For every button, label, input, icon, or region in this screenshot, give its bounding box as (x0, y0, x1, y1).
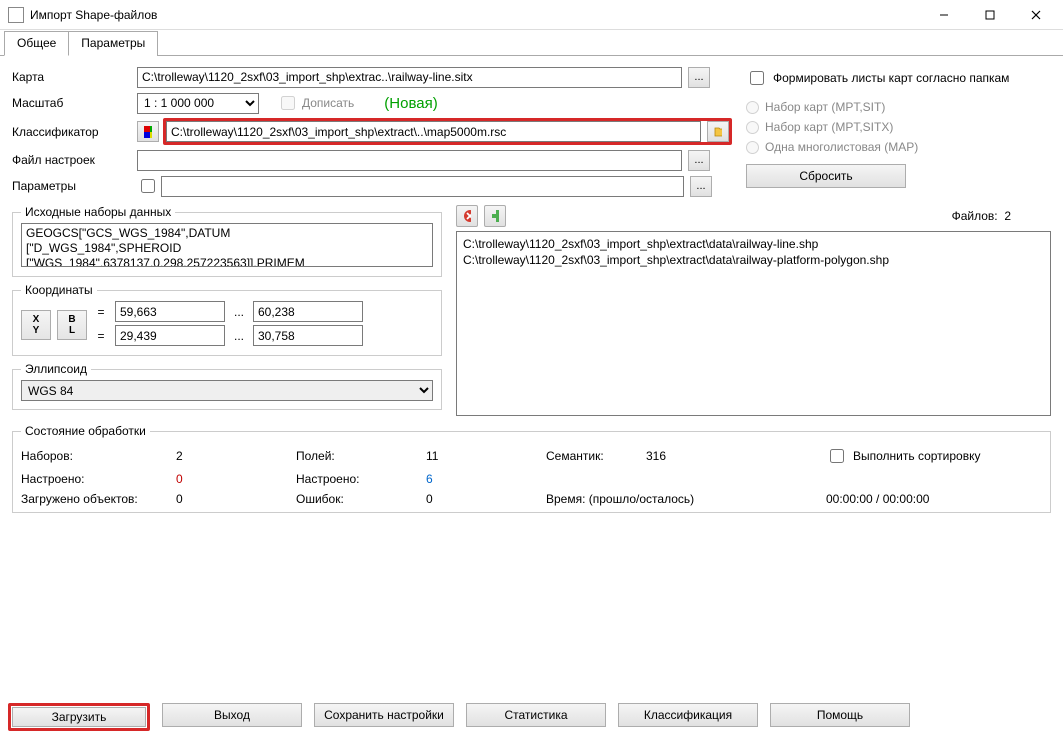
map-path-input[interactable] (137, 67, 682, 88)
radio-mpt-sitx-label: Набор карт (MPT,SITX) (765, 120, 893, 134)
fields-configured-label: Настроено: (296, 472, 426, 486)
coord-y1-input[interactable] (115, 325, 225, 346)
eq-1: = (93, 305, 109, 319)
objects-loaded-value: 0 (176, 492, 296, 506)
coord-x1-input[interactable] (115, 301, 225, 322)
reset-button[interactable]: Сбросить (746, 164, 906, 188)
fields-configured-value: 6 (426, 472, 546, 486)
radio-mpt-sitx (746, 121, 759, 134)
add-file-button[interactable] (484, 205, 506, 227)
errors-value: 0 (426, 492, 546, 506)
append-label: Дописать (302, 96, 354, 110)
map-label: Карта (12, 70, 137, 84)
processing-state-group: Состояние обработки Наборов: 2 Полей: 11… (12, 424, 1051, 513)
eq-2: = (93, 329, 109, 343)
remove-file-button[interactable] (456, 205, 478, 227)
sets-value: 2 (176, 449, 296, 463)
file-toolbar: Файлов: 2 (456, 205, 1051, 227)
form-sheets-checkbox[interactable] (750, 71, 764, 85)
source-sets-group: Исходные наборы данных GEOGCS["GCS_WGS_1… (12, 205, 442, 277)
settings-file-input[interactable] (137, 150, 682, 171)
source-sets-legend: Исходные наборы данных (21, 205, 175, 219)
file-list[interactable]: C:\trolleway\1120_2sxf\03_import_shp\ext… (456, 231, 1051, 416)
sets-label: Наборов: (21, 449, 176, 463)
coord-y2-input[interactable] (253, 325, 363, 346)
processing-state-legend: Состояние обработки (21, 424, 150, 438)
save-settings-button[interactable]: Сохранить настройки (314, 703, 454, 727)
file-count: Файлов: 2 (952, 209, 1011, 223)
configured-label: Настроено: (21, 472, 176, 486)
add-icon (491, 209, 499, 223)
maximize-button[interactable] (967, 0, 1013, 30)
classification-button[interactable]: Классификация (618, 703, 758, 727)
form-sheets-label: Формировать листы карт согласно папкам (773, 71, 1009, 85)
load-highlight: Загрузить (8, 703, 150, 731)
folder-open-icon (714, 126, 722, 137)
classifier-color-button[interactable] (137, 121, 159, 142)
classifier-label: Классификатор (12, 125, 137, 139)
tab-general[interactable]: Общее (4, 31, 69, 56)
append-checkbox (281, 96, 295, 110)
dots-2: ... (231, 329, 247, 343)
dots-1: ... (231, 305, 247, 319)
ellipsoid-legend: Эллипсоид (21, 362, 91, 376)
semantics-value: 316 (646, 449, 826, 463)
source-sets-textarea[interactable]: GEOGCS["GCS_WGS_1984",DATUM ["D_WGS_1984… (21, 223, 433, 267)
ellipsoid-combo[interactable]: WGS 84 (21, 380, 433, 401)
radio-map (746, 141, 759, 154)
settings-file-label: Файл настроек (12, 153, 137, 167)
scale-label: Масштаб (12, 96, 137, 110)
fields-label: Полей: (296, 449, 426, 463)
parameters-label: Параметры (12, 179, 137, 193)
window-title: Импорт Shape-файлов (30, 8, 921, 22)
radio-mpt-sit (746, 101, 759, 114)
radio-map-label: Одна многолистовая (MAP) (765, 140, 918, 154)
coordinates-group: Координаты XY BL = ... = (12, 283, 442, 356)
xy-button[interactable]: XY (21, 310, 51, 340)
time-value: 00:00:00 / 00:00:00 (826, 492, 1042, 506)
titlebar: Импорт Shape-файлов (0, 0, 1063, 30)
list-item[interactable]: C:\trolleway\1120_2sxf\03_import_shp\ext… (463, 252, 1044, 268)
parameters-input[interactable] (161, 176, 684, 197)
do-sort-label: Выполнить сортировку (853, 449, 980, 463)
list-item[interactable]: C:\trolleway\1120_2sxf\03_import_shp\ext… (463, 236, 1044, 252)
minimize-button[interactable] (921, 0, 967, 30)
new-indicator: (Новая) (384, 95, 437, 112)
settings-browse-button[interactable]: ... (688, 150, 710, 171)
exit-button[interactable]: Выход (162, 703, 302, 727)
tab-parameters[interactable]: Параметры (68, 31, 158, 56)
semantics-label: Семантик: (546, 449, 646, 463)
help-button[interactable]: Помощь (770, 703, 910, 727)
configured-value: 0 (176, 472, 296, 486)
classifier-browse-button[interactable] (707, 121, 729, 142)
ellipsoid-group: Эллипсоид WGS 84 (12, 362, 442, 410)
coord-x2-input[interactable] (253, 301, 363, 322)
fields-value: 11 (426, 449, 546, 463)
scale-combo[interactable]: 1 : 1 000 000 (137, 93, 259, 114)
time-label: Время: (прошло/осталось) (546, 492, 826, 506)
coordinates-legend: Координаты (21, 283, 97, 297)
close-button[interactable] (1013, 0, 1059, 30)
tab-strip: Общее Параметры (0, 30, 1063, 56)
parameters-checkbox[interactable] (141, 179, 155, 193)
load-button[interactable]: Загрузить (12, 707, 146, 727)
objects-loaded-label: Загружено объектов: (21, 492, 176, 506)
statistics-button[interactable]: Статистика (466, 703, 606, 727)
classifier-path-input[interactable] (166, 121, 701, 142)
map-browse-button[interactable]: ... (688, 67, 710, 88)
remove-icon (463, 209, 471, 223)
classifier-highlight (163, 118, 732, 145)
errors-label: Ошибок: (296, 492, 426, 506)
app-icon (8, 7, 24, 23)
button-row: Загрузить Выход Сохранить настройки Стат… (0, 703, 1063, 731)
parameters-browse-button[interactable]: ... (690, 176, 712, 197)
radio-mpt-sit-label: Набор карт (MPT,SIT) (765, 100, 885, 114)
bl-button[interactable]: BL (57, 310, 87, 340)
do-sort-checkbox[interactable] (830, 449, 844, 463)
